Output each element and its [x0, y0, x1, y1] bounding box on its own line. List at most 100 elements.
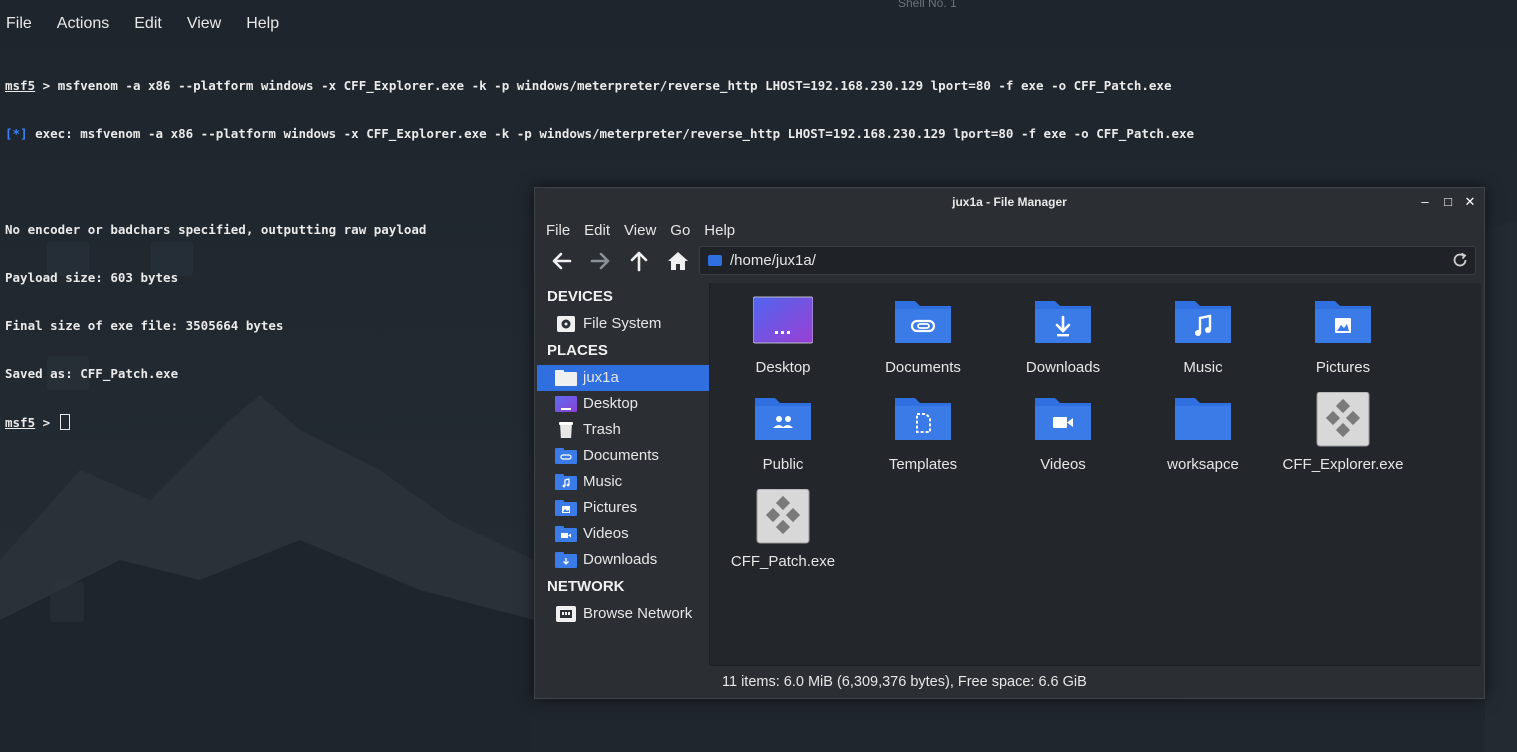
exe-file-icon — [753, 488, 813, 545]
maximize-button[interactable]: □ — [1440, 194, 1456, 210]
file-manager-menubar: File Edit View Go Help — [535, 217, 1484, 243]
sidebar-item-label: Browse Network — [583, 605, 693, 622]
downloads-folder-icon — [555, 552, 577, 568]
reload-icon[interactable] — [1451, 251, 1469, 269]
menu-view[interactable]: View — [624, 222, 656, 239]
file-label: worksapce — [1167, 456, 1239, 473]
file-label: Documents — [885, 359, 961, 376]
prompt-separator: > — [35, 78, 58, 93]
file-item-cff-patch[interactable]: CFF_Patch.exe — [713, 488, 853, 570]
templates-folder-icon — [893, 392, 953, 448]
sidebar-item-videos[interactable]: Videos — [537, 521, 709, 547]
terminal-cursor — [59, 414, 70, 430]
exec-line: [*] exec: msfvenom -a x86 --platform win… — [5, 126, 1505, 142]
status-text: 11 items: 6.0 MiB (6,309,376 bytes), Fre… — [722, 674, 1087, 690]
file-label: Music — [1183, 359, 1223, 376]
drive-icon — [557, 316, 575, 332]
downloads-folder-icon — [1033, 295, 1093, 351]
music-folder-icon — [1173, 295, 1233, 351]
terminal-menu-file[interactable]: File — [6, 15, 32, 33]
sidebar-item-label: Documents — [583, 447, 659, 464]
sidebar-item-music[interactable]: Music — [537, 469, 709, 495]
exe-file-icon — [1313, 391, 1373, 448]
file-item-cff-explorer[interactable]: CFF_Explorer.exe — [1273, 391, 1413, 473]
videos-folder-icon — [1033, 392, 1093, 448]
sidebar-item-documents[interactable]: Documents — [537, 443, 709, 469]
back-arrow-icon[interactable] — [549, 248, 575, 274]
sidebar-item-label: Desktop — [583, 395, 639, 412]
sidebar-item-trash[interactable]: Trash — [537, 417, 709, 443]
close-button[interactable]: ✕ — [1462, 194, 1478, 210]
prompt: msf5 — [5, 78, 36, 93]
file-label: Templates — [888, 456, 958, 473]
desktop-icon — [752, 295, 814, 351]
network-icon — [556, 606, 576, 622]
sidebar-item-desktop[interactable]: Desktop — [537, 391, 709, 417]
file-label: Desktop — [755, 359, 811, 376]
menu-edit[interactable]: Edit — [584, 222, 610, 239]
folder-home-icon — [708, 255, 722, 266]
file-item-desktop[interactable]: Desktop — [713, 295, 853, 376]
sidebar-item-downloads[interactable]: Downloads — [537, 547, 709, 573]
sidebar-item-label: Music — [583, 473, 623, 490]
file-item-public[interactable]: Public — [713, 392, 853, 473]
sidebar-item-pictures[interactable]: Pictures — [537, 495, 709, 521]
sidebar-item-browse-network[interactable]: Browse Network — [537, 601, 709, 627]
file-item-documents[interactable]: Documents — [853, 295, 993, 376]
location-bar[interactable]: /home/jux1a/ — [699, 246, 1476, 275]
sidebar-item-label: jux1a — [583, 369, 619, 386]
file-label: Downloads — [1025, 359, 1101, 376]
menu-help[interactable]: Help — [704, 222, 735, 239]
desktop-ghost-file-icon — [50, 582, 84, 622]
sidebar-item-label: Videos — [583, 525, 629, 542]
documents-folder-icon — [893, 295, 953, 351]
exec-text: exec: msfvenom -a x86 --platform windows… — [27, 126, 1195, 141]
command-text: msfvenom -a x86 --platform windows -x CF… — [57, 78, 1172, 93]
file-label: Pictures — [1315, 359, 1371, 376]
forward-arrow-icon[interactable] — [587, 248, 613, 274]
minimize-button[interactable]: ‒ — [1417, 194, 1433, 210]
file-item-worksapce[interactable]: worksapce — [1133, 392, 1273, 473]
sidebar-item-file-system[interactable]: File System — [537, 311, 709, 337]
file-label: CFF_Explorer.exe — [1282, 456, 1404, 473]
file-item-pictures[interactable]: Pictures — [1273, 295, 1413, 376]
music-folder-icon — [555, 474, 577, 490]
window-title: jux1a - File Manager — [952, 195, 1067, 209]
file-item-downloads[interactable]: Downloads — [993, 295, 1133, 376]
terminal-menu-edit[interactable]: Edit — [134, 15, 162, 33]
terminal-menubar: File Actions Edit View Help — [0, 0, 1517, 48]
sidebar-item-label: Pictures — [583, 499, 638, 516]
terminal-menu-view[interactable]: View — [187, 15, 221, 33]
terminal-menu-actions[interactable]: Actions — [57, 15, 109, 33]
documents-folder-icon — [555, 448, 577, 464]
home-icon[interactable] — [665, 248, 691, 274]
file-view[interactable]: Desktop Documents Downloads Music Pictur… — [709, 283, 1481, 665]
toolbar: /home/jux1a/ — [535, 243, 1484, 283]
status-bar: 11 items: 6.0 MiB (6,309,376 bytes), Fre… — [709, 665, 1480, 698]
file-item-videos[interactable]: Videos — [993, 392, 1133, 473]
desktop-icon — [555, 396, 577, 412]
file-item-templates[interactable]: Templates — [853, 392, 993, 473]
pictures-folder-icon — [1313, 295, 1373, 351]
file-label: Public — [762, 456, 804, 473]
home-folder-icon — [555, 370, 577, 386]
file-label: Videos — [1040, 456, 1086, 473]
file-item-music[interactable]: Music — [1133, 295, 1273, 376]
sidebar-item-label: File System — [583, 315, 662, 332]
terminal-menu-help[interactable]: Help — [246, 15, 279, 33]
sidebar-item-label: Trash — [583, 421, 621, 438]
command-line: msf5 > msfvenom -a x86 --platform window… — [5, 78, 1505, 94]
up-arrow-icon[interactable] — [626, 248, 652, 274]
menu-file[interactable]: File — [546, 222, 570, 239]
trash-icon — [559, 422, 573, 438]
info-tag: [*] — [5, 126, 28, 141]
prompt: msf5 — [5, 415, 36, 430]
sidebar-heading-places: PLACES — [547, 342, 608, 359]
sidebar-item-jux1a[interactable]: jux1a — [537, 365, 709, 391]
file-manager-titlebar[interactable]: jux1a - File Manager ‒ □ ✕ — [535, 188, 1484, 217]
pictures-folder-icon — [555, 500, 577, 516]
file-manager-window: jux1a - File Manager ‒ □ ✕ File Edit Vie… — [534, 187, 1485, 699]
sidebar-heading-network: NETWORK — [547, 578, 625, 595]
menu-go[interactable]: Go — [670, 222, 690, 239]
public-folder-icon — [753, 392, 813, 448]
